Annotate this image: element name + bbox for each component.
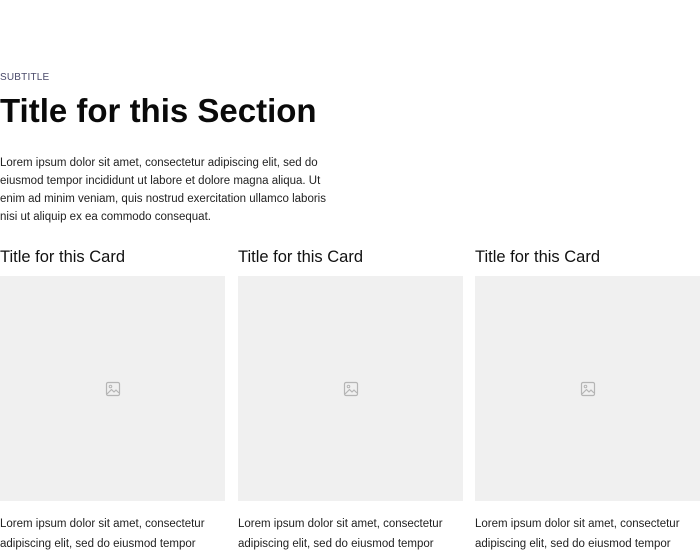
image-placeholder-icon bbox=[580, 381, 595, 396]
card-description: Lorem ipsum dolor sit amet, consectetur … bbox=[238, 518, 443, 550]
page: SUBTITLE Title for this Section Lorem ip… bbox=[0, 0, 700, 550]
card: Title for this Card Lorem ipsum dolor si… bbox=[238, 246, 463, 550]
card-image-placeholder bbox=[0, 276, 225, 501]
section-title: Title for this Section bbox=[0, 92, 317, 129]
card-image-placeholder bbox=[238, 276, 463, 501]
card-grid: Title for this Card Lorem ipsum dolor si… bbox=[0, 246, 700, 550]
card-description: Lorem ipsum dolor sit amet, consectetur … bbox=[0, 518, 205, 550]
section-description: Lorem ipsum dolor sit amet, consectetur … bbox=[0, 157, 326, 223]
card-title: Title for this Card bbox=[475, 248, 601, 266]
card-description: Lorem ipsum dolor sit amet, consectetur … bbox=[475, 518, 680, 550]
card-title: Title for this Card bbox=[0, 248, 126, 266]
card-image-placeholder bbox=[475, 276, 700, 501]
image-placeholder-icon bbox=[105, 381, 120, 396]
card: Title for this Card Lorem ipsum dolor si… bbox=[475, 246, 700, 550]
image-placeholder-icon bbox=[343, 381, 358, 396]
card-title: Title for this Card bbox=[238, 248, 364, 266]
card: Title for this Card Lorem ipsum dolor si… bbox=[0, 246, 225, 550]
section-subtitle: SUBTITLE bbox=[0, 72, 50, 83]
